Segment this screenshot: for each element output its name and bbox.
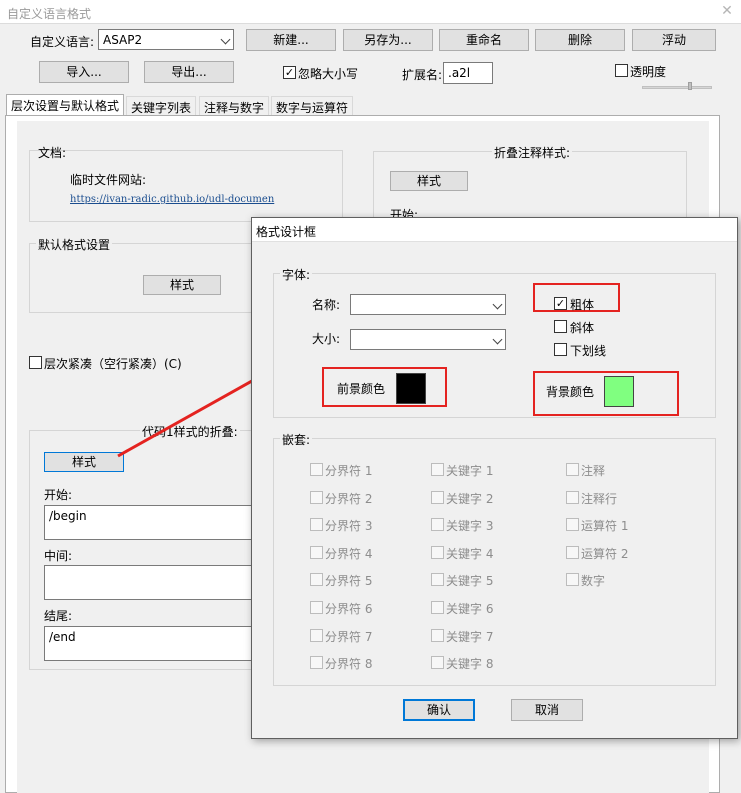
nesting-checkbox[interactable] <box>310 463 323 476</box>
bold-checkbox[interactable]: ✓ <box>554 297 567 310</box>
chevron-down-icon <box>494 301 502 309</box>
nesting-checkbox[interactable] <box>566 490 579 504</box>
italic-checkbox[interactable] <box>554 320 567 333</box>
nesting-label: 关键字 1 <box>446 464 494 478</box>
nesting-label: 分界符 5 <box>325 574 373 589</box>
font-size-select[interactable] <box>350 329 506 350</box>
nesting-checkbox[interactable] <box>566 545 579 559</box>
chevron-down-icon <box>494 336 502 344</box>
nesting-checkbox[interactable] <box>431 463 444 476</box>
nesting-checkbox[interactable] <box>431 656 444 670</box>
nesting-label: 注释 <box>581 464 606 478</box>
font-size-label: 大小: <box>312 332 341 346</box>
fg-color-swatch[interactable] <box>396 373 426 404</box>
fg-color-label: 前景颜色 <box>337 382 386 396</box>
nesting-checkbox[interactable] <box>431 573 444 587</box>
nesting-label: 分界符 7 <box>325 629 373 644</box>
nesting-label: 关键字 6 <box>446 602 494 616</box>
nesting-checkbox[interactable] <box>566 573 579 587</box>
bg-color-swatch[interactable] <box>604 376 634 407</box>
nesting-label: 关键字 5 <box>446 574 494 589</box>
font-name-select[interactable] <box>350 294 506 315</box>
nesting-label: 分界符 1 <box>325 464 373 478</box>
underline-checkbox[interactable] <box>554 343 567 356</box>
nesting-label: 分界符 8 <box>325 657 373 672</box>
nesting-checkbox[interactable] <box>431 518 444 532</box>
nesting-label: 分界符 3 <box>325 519 373 534</box>
nesting-label: 分界符 6 <box>325 602 373 616</box>
nesting-label: 分界符 2 <box>325 491 373 506</box>
underline-label: 下划线 <box>570 344 607 358</box>
cancel-button[interactable]: 取消 <box>511 699 583 721</box>
font-group-title: 字体: <box>280 266 313 283</box>
nesting-checkbox[interactable] <box>310 490 323 504</box>
nesting-label: 数字 <box>581 574 606 589</box>
nesting-label: 注释行 <box>581 491 618 506</box>
nesting-checkbox[interactable] <box>310 518 323 532</box>
nesting-label: 关键字 4 <box>446 546 494 561</box>
nesting-label: 运算符 2 <box>581 546 629 561</box>
nesting-checkbox[interactable] <box>310 573 323 587</box>
font-name-label: 名称: <box>312 298 341 312</box>
nesting-checkbox[interactable] <box>566 518 579 532</box>
bold-label: 粗体 <box>570 298 595 312</box>
nesting-checkbox[interactable] <box>310 656 323 670</box>
nesting-label: 运算符 1 <box>581 519 629 534</box>
nesting-checkbox[interactable] <box>431 628 444 642</box>
nesting-label: 关键字 3 <box>446 519 494 534</box>
style-dialog-title: 格式设计框 <box>252 218 737 242</box>
nesting-label: 关键字 7 <box>446 629 494 644</box>
nesting-checkbox[interactable] <box>566 463 579 476</box>
nesting-checkbox[interactable] <box>310 545 323 559</box>
ok-button[interactable]: 确认 <box>403 699 475 721</box>
italic-label: 斜体 <box>570 321 595 335</box>
nesting-label: 关键字 2 <box>446 491 494 506</box>
nesting-label: 分界符 4 <box>325 546 373 561</box>
nesting-group-title: 嵌套: <box>280 431 313 448</box>
nesting-checkbox[interactable] <box>431 601 444 614</box>
nesting-label: 关键字 8 <box>446 657 494 672</box>
nesting-checkbox[interactable] <box>310 628 323 642</box>
nesting-checkbox[interactable] <box>310 601 323 614</box>
bg-color-label: 背景颜色 <box>546 385 595 399</box>
nesting-checkbox[interactable] <box>431 490 444 504</box>
nesting-checkbox[interactable] <box>431 545 444 559</box>
